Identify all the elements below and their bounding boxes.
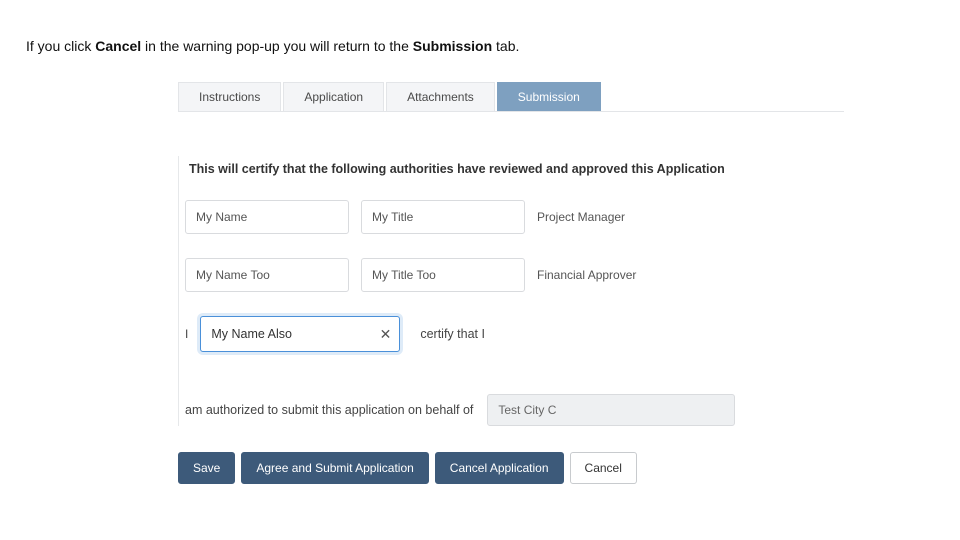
tab-bar: Instructions Application Attachments Sub… (178, 82, 844, 112)
title-field-2[interactable] (361, 258, 525, 292)
form-area: This will certify that the following aut… (178, 156, 844, 426)
i-letter: I (185, 327, 188, 341)
tab-instructions[interactable]: Instructions (178, 82, 281, 111)
organization-field: Test City C (487, 394, 735, 426)
certify-suffix: certify that I (420, 327, 485, 341)
clear-icon[interactable]: ✕ (380, 327, 392, 341)
tab-application[interactable]: Application (283, 82, 384, 111)
signer-row: I ✕ certify that I (185, 316, 844, 352)
name-field-1[interactable] (185, 200, 349, 234)
authorization-text: am authorized to submit this application… (185, 403, 473, 417)
name-field-2[interactable] (185, 258, 349, 292)
cancel-button[interactable]: Cancel (570, 452, 637, 484)
agree-submit-button[interactable]: Agree and Submit Application (241, 452, 428, 484)
authorization-row: am authorized to submit this application… (185, 394, 844, 426)
certification-heading: This will certify that the following aut… (189, 162, 844, 176)
signer-name-wrap: ✕ (200, 316, 400, 352)
bold-cancel: Cancel (95, 38, 141, 54)
submission-panel: Instructions Application Attachments Sub… (178, 82, 844, 426)
bold-submission: Submission (413, 38, 492, 54)
action-buttons: Save Agree and Submit Application Cancel… (178, 452, 637, 484)
cancel-application-button[interactable]: Cancel Application (435, 452, 564, 484)
instruction-text: If you click Cancel in the warning pop-u… (26, 38, 519, 54)
tab-attachments[interactable]: Attachments (386, 82, 495, 111)
role-label-2: Financial Approver (537, 268, 636, 282)
title-field-1[interactable] (361, 200, 525, 234)
signer-name-input[interactable] (201, 317, 399, 351)
approver-row-2: Financial Approver (185, 258, 844, 292)
tab-submission[interactable]: Submission (497, 82, 601, 111)
save-button[interactable]: Save (178, 452, 235, 484)
approver-row-1: Project Manager (185, 200, 844, 234)
role-label-1: Project Manager (537, 210, 625, 224)
